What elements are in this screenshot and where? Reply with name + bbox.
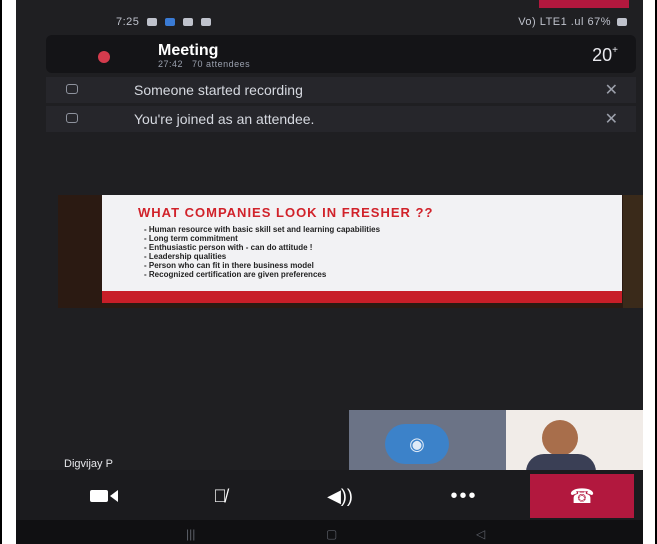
participant-face: [542, 420, 578, 456]
slide-bullet: Person who can fit in there business mod…: [144, 261, 380, 270]
participant-plus: +: [612, 45, 618, 56]
location-icon: [147, 18, 158, 26]
slide-footer-band: [102, 291, 622, 303]
meeting-title: Meeting: [158, 42, 219, 59]
shared-presentation: WHAT COMPANIES LOOK IN FRESHER ?? Human …: [58, 195, 643, 308]
android-nav-bar: ||| ▢ ◁: [16, 520, 643, 544]
top-accent-bar: [539, 0, 629, 8]
chat-bubble-icon: [66, 113, 78, 123]
recent-apps-icon[interactable]: |||: [186, 527, 195, 541]
slide-bullet: Recognized certification are given prefe…: [144, 270, 380, 279]
close-icon[interactable]: ✕: [605, 109, 618, 129]
slide-bullet: Enthusiastic person with - can do attitu…: [144, 243, 380, 252]
chat-bubble-icon: [66, 84, 78, 94]
speaker-name-label: Digvijay P: [64, 458, 113, 470]
status-bar: 7:25 Vo) LTE1 .ul 67%: [16, 10, 643, 32]
camera-body: [90, 490, 108, 502]
speaker-icon[interactable]: ◀)): [312, 476, 368, 516]
self-video-tile[interactable]: ◉: [349, 410, 506, 472]
app-notification-icon: [165, 18, 176, 26]
avatar-icon: ◉: [385, 424, 449, 464]
slide: WHAT COMPANIES LOOK IN FRESHER ?? Human …: [102, 195, 622, 303]
slide-bullet: Long term commitment: [144, 234, 380, 243]
close-icon[interactable]: ✕: [605, 80, 618, 100]
meeting-duration: 27:42: [158, 59, 184, 69]
slide-title: WHAT COMPANIES LOOK IN FRESHER ??: [138, 205, 434, 220]
notification-banner: You're joined as an attendee. ✕: [46, 106, 636, 132]
more-options-icon[interactable]: •••: [436, 476, 492, 516]
slide-bullets: Human resource with basic skill set and …: [144, 225, 380, 279]
hang-up-button[interactable]: ☎: [530, 474, 634, 518]
camera-lens: [110, 490, 118, 502]
call-controls: 🎙̸ ◀)) ••• ☎: [16, 470, 643, 520]
hang-up-icon: ☎: [569, 485, 595, 508]
background-wall: [623, 195, 643, 308]
screenshot-frame: 7:25 Vo) LTE1 .ul 67% Meeting 27:42 70 a…: [0, 0, 657, 544]
home-icon[interactable]: ▢: [326, 527, 337, 541]
status-left: 7:25: [116, 16, 212, 28]
slide-bullet: Human resource with basic skill set and …: [144, 225, 380, 234]
message-icon: [201, 18, 212, 26]
participant-count: 20: [592, 45, 613, 65]
status-time: 7:25: [116, 16, 140, 28]
notification-text: You're joined as an attendee.: [134, 111, 315, 127]
whatsapp-icon: [183, 18, 194, 26]
back-icon[interactable]: ◁: [476, 527, 485, 541]
notification-banner: Someone started recording ✕: [46, 77, 636, 103]
battery-icon: [617, 18, 627, 26]
phone-screen: 7:25 Vo) LTE1 .ul 67% Meeting 27:42 70 a…: [16, 0, 643, 544]
meeting-subtitle: 27:42 70 attendees: [158, 59, 250, 69]
slide-bullet: Leadership qualities: [144, 252, 380, 261]
video-camera-off-icon[interactable]: [76, 476, 132, 516]
remote-video-tile[interactable]: [506, 410, 643, 472]
meeting-attendees: 70 attendees: [192, 59, 251, 69]
recording-indicator-icon: [98, 51, 110, 63]
meeting-header[interactable]: Meeting 27:42 70 attendees 20+: [46, 35, 636, 73]
mic-off-icon[interactable]: 🎙̸: [192, 476, 248, 516]
status-right: Vo) LTE1 .ul 67%: [518, 16, 627, 28]
notification-text: Someone started recording: [134, 82, 303, 98]
participants-button[interactable]: 20+: [592, 45, 618, 66]
status-network-text: Vo) LTE1 .ul 67%: [518, 16, 611, 28]
